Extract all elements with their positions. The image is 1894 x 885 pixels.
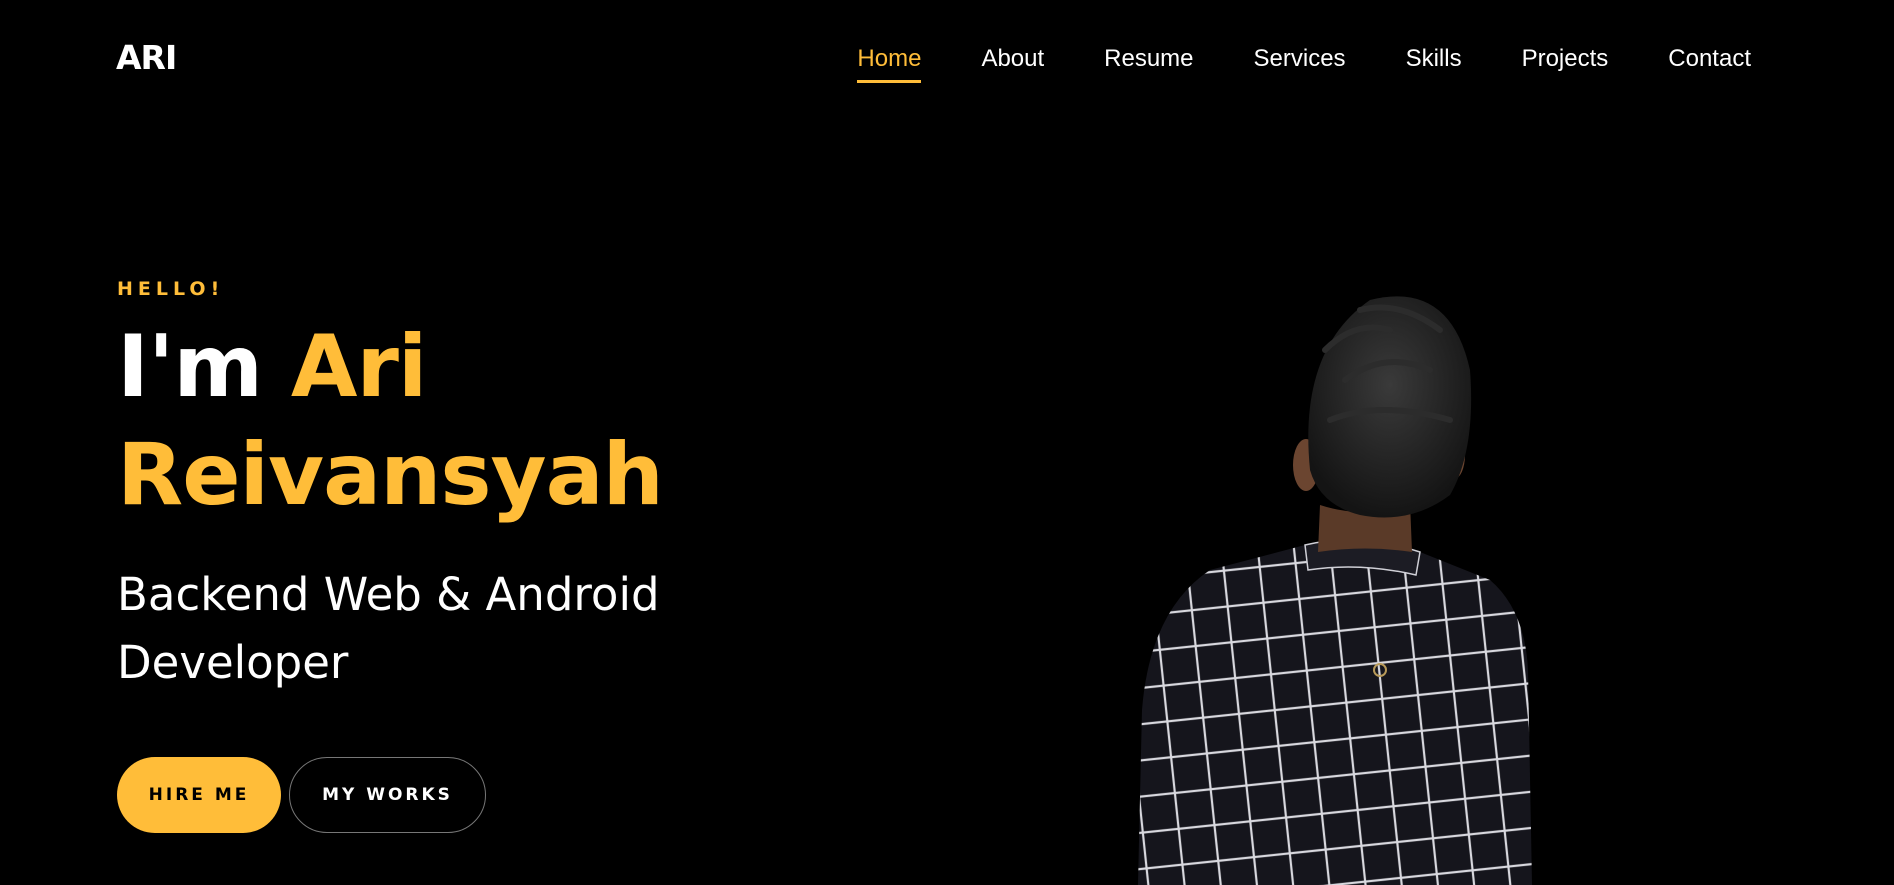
hero-section: HELLO! I'm Ari Reivansyah Backend Web & …: [117, 275, 737, 697]
hero-name-first: Ari: [290, 317, 427, 417]
hero-name-last: Reivansyah: [117, 425, 664, 525]
hero-buttons: HIRE ME MY WORKS: [117, 757, 486, 833]
site-logo[interactable]: ARI: [116, 36, 177, 80]
hero-role: Backend Web & Android Developer: [117, 568, 660, 689]
hire-me-button[interactable]: HIRE ME: [117, 757, 281, 833]
nav-item-about[interactable]: About: [981, 40, 1044, 78]
nav-item-services[interactable]: Services: [1254, 40, 1346, 78]
my-works-button[interactable]: MY WORKS: [289, 757, 486, 833]
nav-item-resume[interactable]: Resume: [1104, 40, 1193, 78]
nav-item-skills[interactable]: Skills: [1406, 40, 1462, 78]
main-nav: Home About Resume Services Skills Projec…: [797, 40, 1751, 83]
nav-item-contact[interactable]: Contact: [1668, 40, 1751, 78]
hero-headline: I'm Ari Reivansyah: [117, 313, 737, 529]
hero-subheading: HELLO!: [117, 278, 225, 300]
person-portrait-icon: [1120, 290, 1600, 885]
nav-item-home[interactable]: Home: [857, 40, 922, 83]
hero-greeting: I'm: [117, 317, 263, 417]
nav-item-projects[interactable]: Projects: [1522, 40, 1609, 78]
